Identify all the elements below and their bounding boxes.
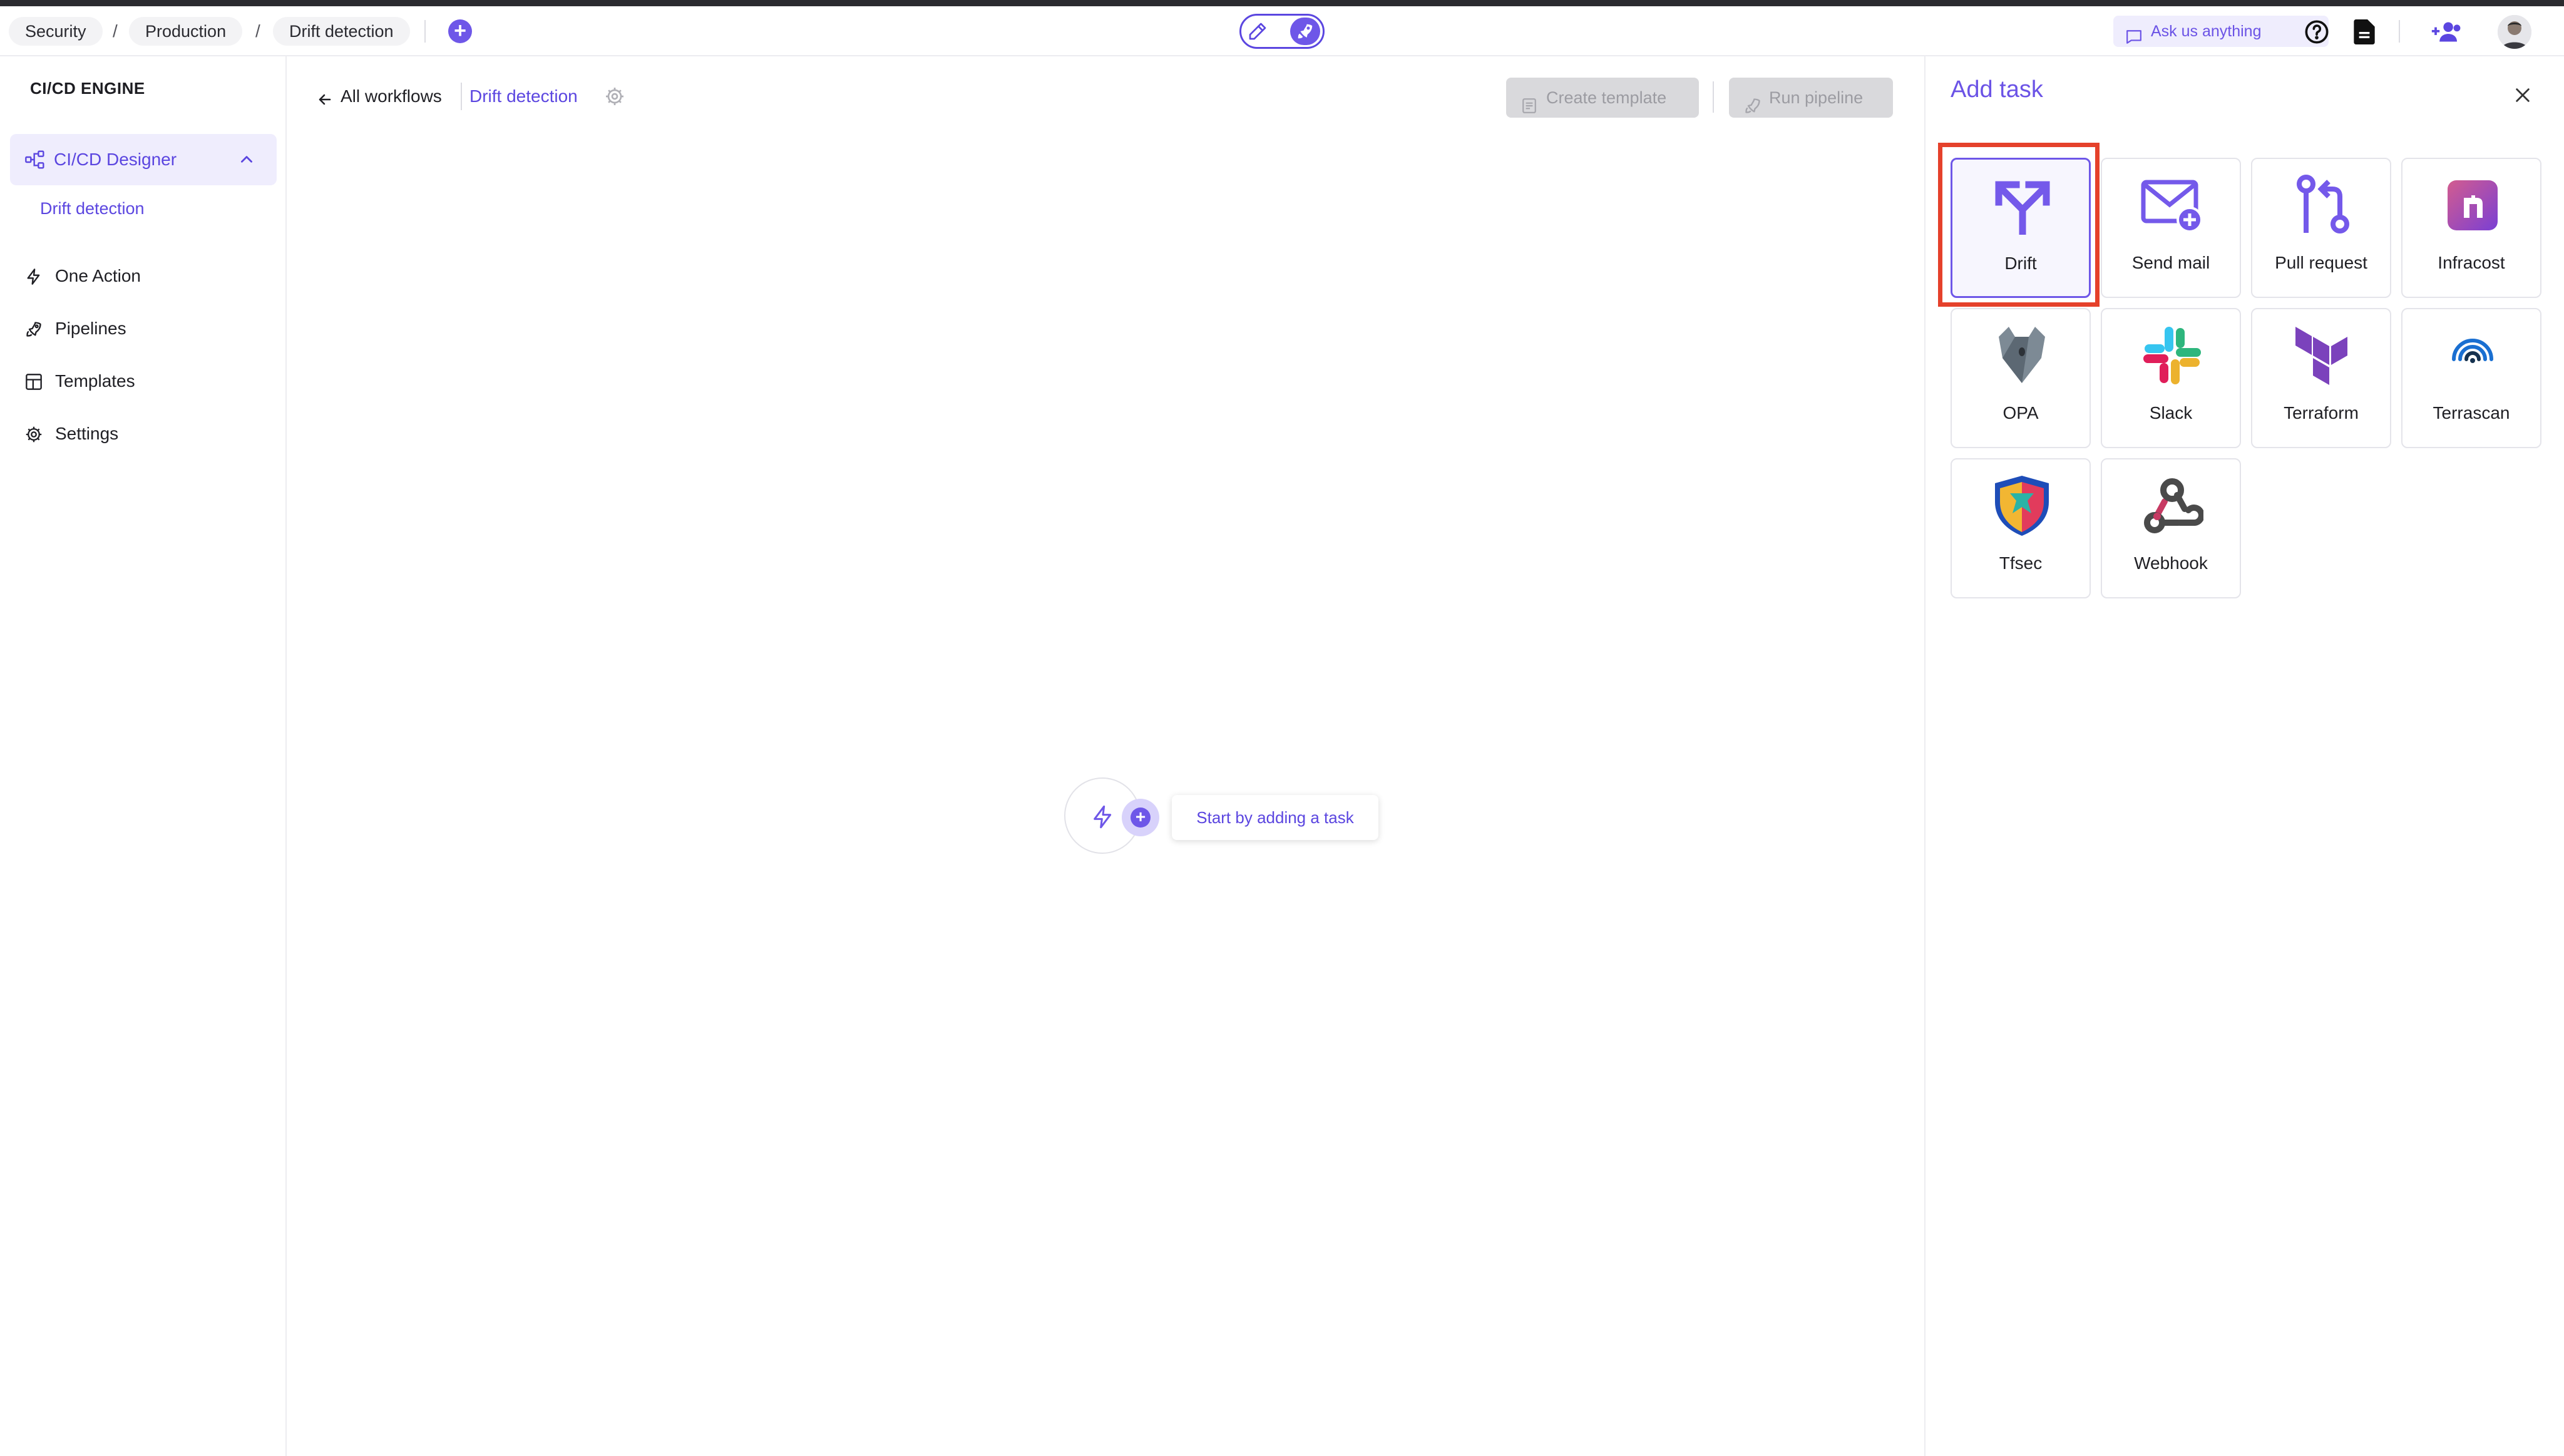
selection-highlight	[1938, 143, 2100, 307]
create-template-button[interactable]: Create template	[1506, 78, 1699, 118]
ask-us-anything-button[interactable]: Ask us anything	[2113, 16, 2329, 47]
divider	[424, 20, 426, 43]
task-tile-tfsec[interactable]: Tfsec	[1951, 458, 2091, 598]
sidebar-item-label: Templates	[55, 371, 135, 391]
top-bar: Security / Production / Drift detection …	[0, 6, 2564, 56]
sidebar-item-label: CI/CD Designer	[54, 150, 177, 169]
templates-icon	[25, 373, 43, 394]
tfsec-icon	[1991, 474, 2053, 537]
rocket-icon[interactable]	[1290, 18, 1320, 45]
all-workflows-label: All workflows	[341, 86, 442, 106]
window-top-strip	[0, 0, 2564, 6]
task-tile-webhook[interactable]: Webhook	[2101, 458, 2241, 598]
sidebar-item-cicd-designer[interactable]: CI/CD Designer	[10, 134, 277, 185]
templates-icon	[1521, 89, 1537, 129]
sidebar-item-label: One Action	[55, 266, 141, 285]
sidebar-item-pipelines[interactable]: Pipelines	[25, 313, 275, 344]
run-pipeline-label: Run pipeline	[1769, 88, 1864, 107]
task-label: OPA	[2002, 403, 2039, 423]
pencil-icon[interactable]	[1245, 19, 1270, 44]
rocket-icon	[25, 320, 43, 341]
task-label: Tfsec	[1999, 553, 2043, 573]
mode-toggle[interactable]	[1239, 14, 1325, 49]
create-template-label: Create template	[1546, 88, 1667, 107]
close-icon[interactable]	[2514, 86, 2531, 107]
bolt-icon	[1090, 802, 1115, 834]
send-mail-icon	[2141, 174, 2203, 237]
help-icon[interactable]	[2304, 19, 2330, 45]
terraform-icon	[2291, 324, 2354, 387]
sidebar-item-one-action[interactable]: One Action	[25, 260, 275, 292]
opa-icon	[1991, 324, 2053, 387]
engine-title: CI/CD ENGINE	[30, 79, 145, 98]
sidebar: CI/CD ENGINE CI/CD Designer Drift detect…	[0, 56, 287, 1456]
chevron-up-icon[interactable]	[238, 151, 255, 171]
task-label: Webhook	[2134, 553, 2208, 573]
terrascan-icon	[2441, 324, 2504, 387]
add-task-button[interactable]: +	[1122, 799, 1159, 836]
breadcrumb-separator: /	[255, 21, 260, 41]
divider	[461, 83, 462, 110]
bolt-icon	[25, 268, 43, 289]
workflow-settings-icon[interactable]	[605, 86, 625, 110]
sidebar-item-settings[interactable]: Settings	[25, 418, 275, 449]
breadcrumb-production[interactable]: Production	[129, 17, 243, 46]
chat-icon	[2126, 24, 2142, 55]
start-hint-tooltip: Start by adding a task	[1172, 795, 1378, 840]
add-users-icon[interactable]	[2429, 19, 2464, 45]
task-label: Infracost	[2438, 253, 2505, 272]
divider	[2399, 20, 2400, 43]
breadcrumb-drift-detection[interactable]: Drift detection	[273, 17, 410, 46]
infracost-icon	[2441, 174, 2504, 237]
document-icon[interactable]	[2351, 19, 2377, 45]
rocket-icon	[1744, 89, 1761, 129]
arrow-left-icon	[317, 89, 333, 114]
task-tile-terraform[interactable]: Terraform	[2251, 308, 2391, 448]
webhook-icon	[2141, 474, 2203, 537]
run-pipeline-button[interactable]: Run pipeline	[1729, 78, 1893, 118]
panel-title: Add task	[1951, 76, 2043, 103]
add-breadcrumb-button[interactable]: +	[448, 19, 472, 43]
all-workflows-link[interactable]: All workflows	[317, 84, 442, 109]
workflow-name: Drift detection	[469, 86, 578, 106]
plus-icon: +	[1131, 807, 1151, 828]
sidebar-subitem-drift-detection[interactable]: Drift detection	[40, 199, 145, 218]
task-tile-terrascan[interactable]: Terrascan	[2401, 308, 2541, 448]
workflow-canvas[interactable]: All workflows Drift detection Create tem…	[288, 56, 1923, 1456]
task-tile-pull-request[interactable]: Pull request	[2251, 158, 2391, 298]
avatar[interactable]	[2498, 15, 2531, 49]
task-label: Terrascan	[2433, 403, 2510, 423]
gear-icon	[25, 426, 43, 446]
ask-us-anything-label: Ask us anything	[2151, 23, 2262, 40]
task-tile-send-mail[interactable]: Send mail	[2101, 158, 2241, 298]
task-label: Pull request	[2275, 253, 2367, 272]
task-tile-infracost[interactable]: Infracost	[2401, 158, 2541, 298]
task-label: Slack	[2149, 403, 2193, 423]
pull-request-icon	[2291, 174, 2354, 237]
sidebar-item-templates[interactable]: Templates	[25, 366, 275, 397]
slack-icon	[2141, 324, 2203, 387]
sidebar-item-label: Pipelines	[55, 319, 126, 338]
sidebar-item-label: Settings	[55, 424, 119, 443]
breadcrumb-separator: /	[113, 21, 118, 41]
divider	[1713, 81, 1714, 113]
task-tile-opa[interactable]: OPA	[1951, 308, 2091, 448]
task-label: Send mail	[2131, 253, 2210, 272]
workflow-icon	[25, 150, 45, 172]
breadcrumb-security[interactable]: Security	[9, 17, 103, 46]
task-tile-slack[interactable]: Slack	[2101, 308, 2241, 448]
task-label: Terraform	[2284, 403, 2359, 423]
